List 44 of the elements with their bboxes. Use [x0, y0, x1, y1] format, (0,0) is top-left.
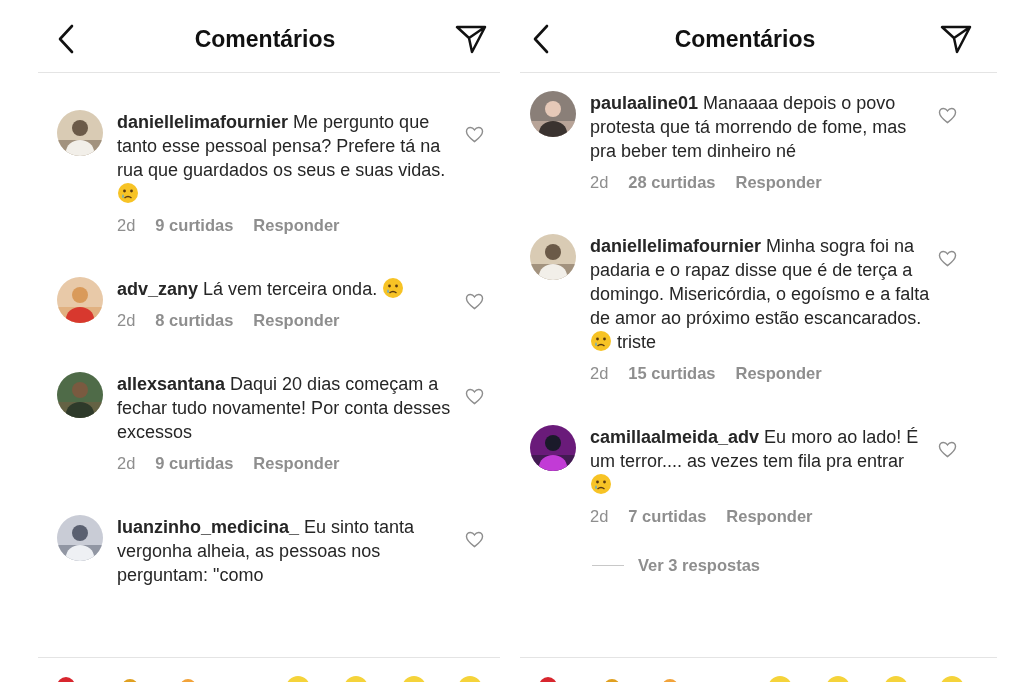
likes-count[interactable]: 9 curtidas: [155, 216, 234, 235]
comment-time: 2d: [117, 216, 136, 235]
heart-icon[interactable]: [465, 293, 484, 310]
crying-face-icon: [590, 473, 612, 495]
reply-button[interactable]: Responder: [735, 173, 822, 192]
crying-face-icon: [382, 277, 405, 299]
reply-button[interactable]: Responder: [726, 507, 813, 526]
comment-text: daniellelimafournier Me pergunto que tanto esse pessoal pensa? Prefere tá na rua que guardados os seus e suas vidas.: [117, 112, 446, 180]
comment-time: 2d: [590, 507, 609, 526]
heart-icon[interactable]: [938, 107, 957, 124]
back-icon[interactable]: [57, 24, 75, 54]
heart-icon[interactable]: [938, 250, 957, 267]
comment-time: 2d: [117, 454, 136, 473]
comment-text: allexsantana Daqui 20 dias começam a fechar tudo novamente! Por conta desses excessos: [117, 374, 451, 442]
reply-button[interactable]: Responder: [253, 311, 340, 330]
likes-count[interactable]: 28 curtidas: [628, 173, 716, 192]
likes-count[interactable]: 9 curtidas: [155, 454, 234, 473]
likes-count[interactable]: 8 curtidas: [155, 311, 234, 330]
screen-title: Comentários: [674, 25, 816, 53]
back-icon[interactable]: [532, 24, 550, 54]
comment-time: 2d: [590, 173, 609, 192]
crying-face-icon: [590, 330, 612, 352]
comment-text: adv_zany Lá vem terceira onda.: [117, 279, 378, 299]
heart-icon[interactable]: [938, 441, 957, 458]
comment-text: luanzinho_medicina_ Eu sinto tanta vergonha alheia, as pessoas nos perguntam: "como: [117, 517, 415, 585]
send-icon[interactable]: [455, 24, 487, 54]
comment-time: 2d: [117, 311, 136, 330]
comment-time: 2d: [590, 364, 609, 383]
crying-face-icon: [117, 182, 139, 204]
heart-icon[interactable]: [465, 126, 484, 143]
view-replies-link[interactable]: Ver 3 respostas: [638, 556, 760, 575]
reply-button[interactable]: Responder: [735, 364, 822, 383]
heart-icon[interactable]: [465, 531, 484, 548]
comment-text: paulaaline01 Manaaaa depois o povo protesta que tá morrendo de fome, mas pra beber tem dinheiro né: [590, 93, 907, 161]
likes-count[interactable]: 7 curtidas: [628, 507, 707, 526]
comment-text: daniellelimafournier Minha sogra foi na padaria e o rapaz disse que é de terça a domingo. Misericórdia, o egoísmo e a falta de amor ao próximo estão escancarados.: [590, 236, 930, 328]
reply-button[interactable]: Responder: [253, 216, 340, 235]
heart-icon[interactable]: [465, 388, 484, 405]
comment-text: camillaalmeida_adv Eu moro ao lado! É um terror.... as vezes tem fila pra entrar: [590, 427, 919, 471]
reply-button[interactable]: Responder: [253, 454, 340, 473]
comment-text: triste: [617, 332, 657, 352]
screen-title: Comentários: [194, 25, 336, 53]
likes-count[interactable]: 15 curtidas: [628, 364, 716, 383]
send-icon[interactable]: [940, 24, 972, 54]
